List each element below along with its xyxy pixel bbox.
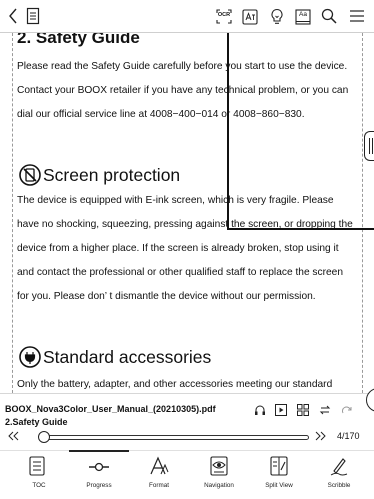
progress-track[interactable]	[39, 435, 309, 440]
side-drag-handle[interactable]	[364, 131, 374, 161]
paragraph-line: have no shocking, squeezing, pressing ag…	[17, 219, 353, 230]
format-tool[interactable]: Format	[129, 456, 189, 494]
bulb-icon[interactable]	[268, 7, 286, 25]
tool-row-divider	[0, 450, 374, 451]
navigation-label: Navigation	[204, 482, 234, 489]
scribble-label: Scribble	[327, 482, 351, 489]
accessories-paragraph: Only the battery, adapter, and other acc…	[17, 373, 332, 393]
paragraph-line: and contact the professional or other qu…	[17, 267, 344, 278]
file-name: BOOX_Nova3Color_User_Manual_(20210305).p…	[5, 404, 216, 414]
progress-tool[interactable]: Progress	[69, 456, 129, 494]
screen-paragraph: The device is equipped with E-ink screen…	[17, 189, 353, 309]
navigation-eye-icon	[210, 456, 228, 476]
chapter-title: 2.Safety Guide	[5, 417, 68, 427]
accessories-heading: Standard accessories	[43, 347, 212, 367]
paragraph-line: Only the battery, adapter, and other acc…	[17, 379, 333, 390]
split-view-icon	[270, 456, 288, 476]
font-aa-icon[interactable]: Aa	[294, 8, 312, 25]
split-view-label: Split View	[265, 482, 293, 489]
progress-knob[interactable]	[38, 431, 51, 443]
font-aa-label: Aa	[299, 11, 307, 18]
split-view-tool[interactable]: Split View	[249, 456, 309, 494]
document-page[interactable]: 2. Safety Guide Please read the Safety G…	[0, 33, 374, 393]
toc-tool[interactable]: TOC	[9, 456, 69, 494]
safety-paragraph: Please read the Safety Guide carefully b…	[17, 55, 348, 127]
screen-protection-heading: Screen protection	[43, 165, 181, 185]
paragraph-line: dial our official service line at 4008−4…	[17, 109, 305, 120]
paragraph-line: Please read the Safety Guide carefully b…	[17, 61, 348, 72]
prev-page-chevron-icon[interactable]	[5, 429, 23, 443]
page-indicator: 4/170	[337, 431, 360, 441]
scribble-pen-icon	[330, 456, 348, 476]
paragraph-line: Contact your BOOX retailer if you have a…	[17, 85, 349, 96]
list-icon	[29, 456, 45, 476]
grid-view-icon[interactable]	[296, 403, 310, 417]
progress-label: Progress	[86, 482, 112, 489]
navigation-tool[interactable]: Navigation	[189, 456, 249, 494]
hamburger-menu-icon[interactable]	[348, 8, 366, 24]
format-a-icon	[149, 456, 169, 476]
book-menu-icon[interactable]	[24, 6, 42, 26]
toc-label: TOC	[32, 482, 46, 489]
next-page-chevron-icon[interactable]	[311, 429, 329, 443]
active-tool-indicator	[69, 450, 129, 452]
paragraph-line: for you. Please don’ t dismantle the dev…	[17, 291, 316, 302]
horizontal-guide-line	[227, 228, 374, 230]
accessories-icon	[19, 346, 41, 368]
reader-bottom-panel: BOOX_Nova3Color_User_Manual_(20210305).p…	[0, 388, 374, 499]
headphones-icon[interactable]	[253, 403, 267, 417]
safety-heading: 2. Safety Guide	[17, 33, 140, 47]
ocr-label: OCR	[217, 12, 231, 18]
search-icon[interactable]	[320, 7, 338, 25]
progress-slider-icon	[88, 462, 110, 472]
translate-icon[interactable]	[241, 8, 259, 25]
back-chevron-icon[interactable]	[4, 6, 22, 26]
vertical-guide-line	[227, 33, 229, 229]
redo-icon[interactable]	[340, 403, 354, 417]
scribble-tool[interactable]: Scribble	[309, 456, 369, 494]
refresh-icon[interactable]	[318, 403, 332, 417]
paragraph-line: The device is equipped with E-ink screen…	[17, 195, 334, 206]
left-margin-guide	[12, 33, 13, 393]
top-toolbar: OCR Aa	[0, 0, 374, 33]
right-margin-guide	[362, 33, 363, 393]
play-icon[interactable]	[274, 403, 288, 417]
paragraph-line: device from a higher place. If the scree…	[17, 243, 339, 254]
screen-protection-icon	[19, 164, 41, 186]
ocr-icon[interactable]: OCR	[215, 8, 233, 25]
format-label: Format	[149, 482, 169, 489]
